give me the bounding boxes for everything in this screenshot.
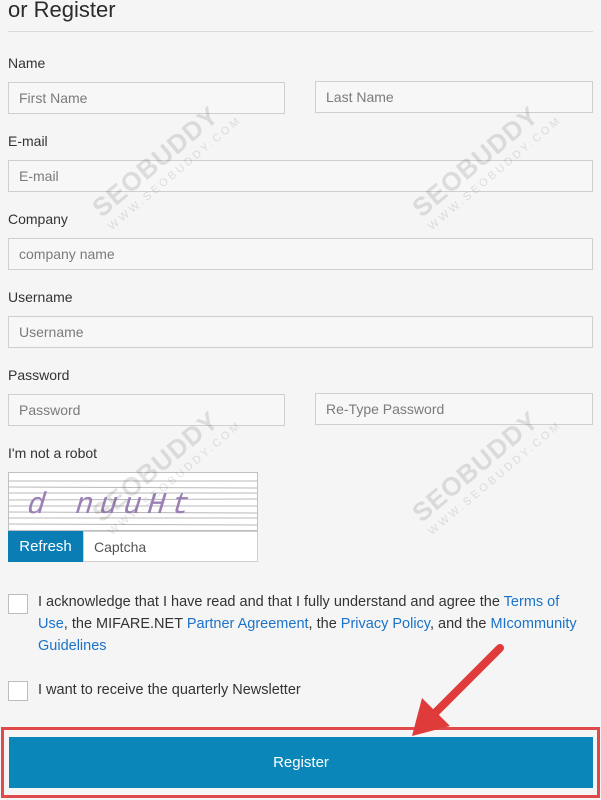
agreement-text: I acknowledge that I have read and that … (38, 591, 588, 657)
company-label: Company (8, 211, 68, 227)
watermark-url: WWW.SEOBUDDY.COM (426, 418, 565, 538)
captcha-text: d nuuHt (26, 489, 198, 523)
agreement-text-part-1: I acknowledge that I have read and that … (38, 594, 504, 610)
partner-agreement-link[interactable]: Partner Agreement (187, 616, 309, 632)
page-title: or Register (8, 0, 116, 22)
username-label: Username (8, 289, 73, 305)
newsletter-checkbox[interactable] (8, 681, 28, 701)
captcha-refresh-button[interactable]: Refresh (8, 531, 83, 562)
agreement-text-part-4: , and the (429, 616, 491, 632)
agreement-text-part-2: , the MIFARE.NET (63, 616, 187, 632)
privacy-policy-link[interactable]: Privacy Policy (341, 616, 430, 632)
captcha-image: d nuuHt (8, 472, 258, 531)
register-button[interactable]: Register (9, 737, 593, 788)
retype-password-input[interactable] (315, 393, 593, 425)
name-label: Name (8, 55, 46, 71)
robot-label: I'm not a robot (8, 445, 98, 461)
first-name-input[interactable] (8, 82, 285, 114)
email-label: E-mail (8, 133, 48, 149)
last-name-input[interactable] (315, 81, 593, 113)
email-input[interactable] (8, 160, 593, 192)
company-input[interactable] (8, 238, 593, 270)
captcha-input[interactable] (83, 531, 258, 562)
agreement-text-part-3: , the (308, 616, 341, 632)
agreement-checkbox[interactable] (8, 594, 28, 614)
password-input[interactable] (8, 394, 285, 426)
username-input[interactable] (8, 316, 593, 348)
password-label: Password (8, 367, 70, 383)
title-divider (8, 31, 593, 32)
newsletter-label: I want to receive the quarterly Newslett… (38, 682, 301, 698)
